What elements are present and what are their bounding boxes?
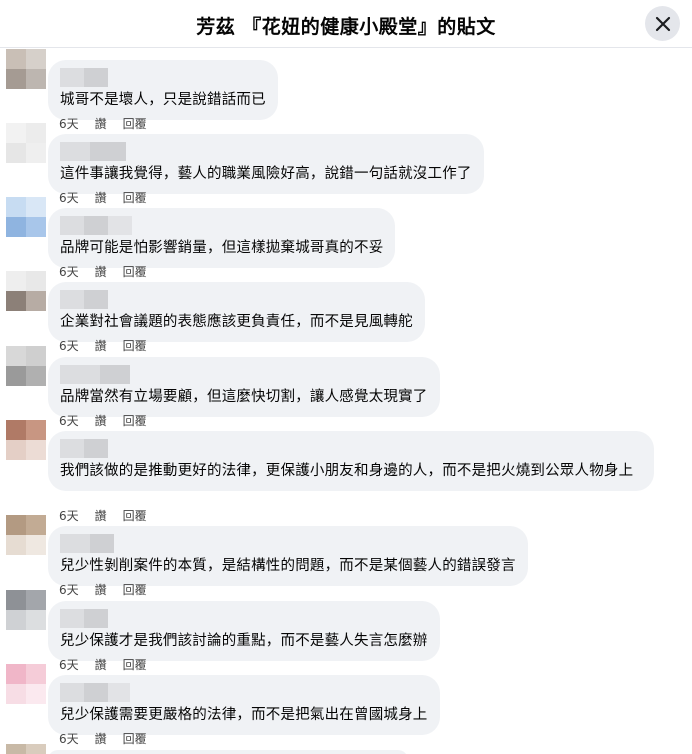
comment-bubble: 城哥不是壞人，只是說錯話而已 [48, 60, 278, 120]
post-title: 芳茲 『花妞的健康小殿堂』的貼文 [196, 16, 496, 38]
avatar[interactable] [6, 664, 46, 704]
comment-text: 城哥不是壞人，只是說錯話而已 [60, 92, 266, 108]
comment-text: 兒少保護才是我們該討論的重點，而不是藝人失言怎麼辦 [60, 633, 428, 649]
avatar[interactable] [6, 49, 46, 89]
avatar[interactable] [6, 271, 46, 311]
like-link[interactable]: 讚 [95, 507, 107, 524]
comment-actions: 6天 讚 回覆 [59, 656, 163, 673]
comment-text: 這件事讓我覺得，藝人的職業風險好高，說錯一句話就沒工作了 [60, 166, 472, 182]
comment-actions: 6天 讚 回覆 [59, 115, 163, 132]
comment-actions: 6天 讚 回覆 [59, 412, 163, 429]
reply-link[interactable]: 回覆 [123, 581, 147, 598]
author-name-blurred[interactable] [60, 216, 383, 235]
like-link[interactable]: 讚 [95, 263, 107, 280]
comment-actions: 6天 讚 回覆 [59, 581, 163, 598]
comment-text: 兒少保護需要更嚴格的法律，而不是把氣出在曾國城身上 [60, 707, 428, 723]
comment-time[interactable]: 6天 [59, 412, 79, 429]
reply-link[interactable]: 回覆 [123, 263, 147, 280]
comment-list: 城哥不是壞人，只是說錯話而已 6天 讚 回覆 這件事讓我覺得，藝人的職業風險好高… [0, 48, 692, 754]
comment-actions: 6天 讚 回覆 [59, 337, 163, 354]
like-link[interactable]: 讚 [95, 337, 107, 354]
close-icon [655, 16, 671, 32]
author-name-blurred[interactable] [60, 534, 516, 553]
avatar[interactable] [6, 123, 46, 163]
reply-link[interactable]: 回覆 [123, 189, 147, 206]
comment-bubble: 品牌可能是怕影響銷量，但這樣拋棄城哥真的不妥 [48, 208, 396, 268]
comment-bubble: 兒少保護才是我們該討論的重點，而不是藝人失言怎麼辦 [48, 601, 440, 661]
reply-link[interactable]: 回覆 [123, 507, 147, 524]
like-link[interactable]: 讚 [95, 581, 107, 598]
comment-bubble: 這件事讓我覺得，藝人的職業風險好高，說錯一句話就沒工作了 [48, 134, 484, 194]
reply-link[interactable]: 回覆 [123, 412, 147, 429]
reply-link[interactable]: 回覆 [123, 337, 147, 354]
reply-link[interactable]: 回覆 [123, 656, 147, 673]
author-name-blurred[interactable] [60, 68, 266, 87]
like-link[interactable]: 讚 [95, 730, 107, 747]
comment-text: 品牌當然有立場要顧，但這麼快切割，讓人感覺太現實了 [60, 389, 428, 405]
comment-actions: 6天 讚 回覆 [59, 507, 163, 524]
author-name-blurred[interactable] [60, 142, 472, 161]
comment-bubble: 兒少性剝削案件的本質，是結構性的問題，而不是某個藝人的錯誤發言 [48, 526, 528, 586]
comment-bubble: 企業對社會議題的表態應該更負責任，而不是見風轉舵 [48, 282, 425, 342]
like-link[interactable]: 讚 [95, 115, 107, 132]
post-header: 芳茲 『花妞的健康小殿堂』的貼文 [0, 0, 692, 48]
comment-text: 品牌可能是怕影響銷量，但這樣拋棄城哥真的不妥 [60, 240, 384, 256]
avatar[interactable] [6, 346, 46, 386]
avatar[interactable] [6, 197, 46, 237]
comment-time[interactable]: 6天 [59, 507, 79, 524]
comment-actions: 6天 讚 回覆 [59, 730, 163, 747]
comment-time[interactable]: 6天 [59, 337, 79, 354]
comment-text: 我們該做的是推動更好的法律，更保護小朋友和身邊的人，而不是把火燒到公眾人物身上 [60, 463, 634, 479]
like-link[interactable]: 讚 [95, 656, 107, 673]
comment-time[interactable]: 6天 [59, 189, 79, 206]
avatar[interactable] [6, 420, 46, 460]
author-name-blurred[interactable] [60, 683, 428, 702]
comment-bubble: 品牌當然有立場要顧，但這麼快切割，讓人感覺太現實了 [48, 357, 440, 417]
comment-bubble: 我們該做的是推動更好的法律，更保護小朋友和身邊的人，而不是把火燒到公眾人物身上 [48, 431, 654, 491]
like-link[interactable]: 讚 [95, 412, 107, 429]
reply-link[interactable]: 回覆 [123, 115, 147, 132]
comment-time[interactable]: 6天 [59, 656, 79, 673]
comment-bubble-partial [48, 750, 408, 754]
like-link[interactable]: 讚 [95, 189, 107, 206]
comment-bubble: 兒少保護需要更嚴格的法律，而不是把氣出在曾國城身上 [48, 675, 440, 735]
comment-actions: 6天 讚 回覆 [59, 263, 163, 280]
comment-time[interactable]: 6天 [59, 581, 79, 598]
comment-time[interactable]: 6天 [59, 115, 79, 132]
close-button[interactable] [645, 6, 680, 41]
author-name-blurred[interactable] [60, 439, 642, 458]
avatar[interactable] [6, 590, 46, 630]
avatar[interactable] [6, 515, 46, 555]
comment-time[interactable]: 6天 [59, 730, 79, 747]
comment-text: 企業對社會議題的表態應該更負責任，而不是見風轉舵 [60, 314, 413, 330]
reply-link[interactable]: 回覆 [123, 730, 147, 747]
author-name-blurred[interactable] [60, 609, 428, 628]
comment-text: 兒少性剝削案件的本質，是結構性的問題，而不是某個藝人的錯誤發言 [60, 558, 516, 574]
author-name-blurred[interactable] [60, 365, 428, 384]
comment-time[interactable]: 6天 [59, 263, 79, 280]
comment-actions: 6天 讚 回覆 [59, 189, 163, 206]
author-name-blurred[interactable] [60, 290, 413, 309]
avatar[interactable] [6, 744, 46, 754]
